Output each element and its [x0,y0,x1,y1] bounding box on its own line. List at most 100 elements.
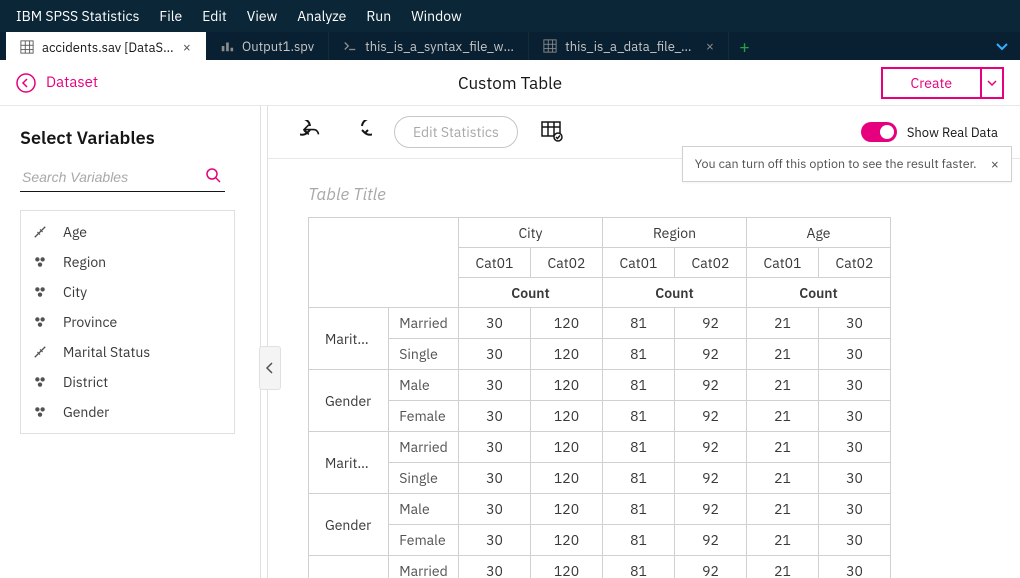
table-cell: 120 [531,525,603,556]
col-group-header: Age [747,218,891,248]
tab-dataset[interactable]: accidents.sav [DataSet1]* × [6,32,206,60]
app-name: IBM SPSS Statistics [16,7,139,25]
table-cell: 120 [531,339,603,370]
variable-name: Marital Status [63,343,150,361]
create-button[interactable]: Create [883,69,980,97]
back-label: Dataset [46,73,98,92]
variable-item[interactable]: Province [21,307,234,337]
search-icon[interactable] [205,167,221,183]
variable-item[interactable]: Marital Status [21,337,234,367]
menu-run[interactable]: Run [366,7,391,25]
category-header: Cat01 [603,248,675,278]
search-input[interactable] [20,163,225,191]
terminal-icon [343,39,357,53]
tip-popover: You can turn off this option to see the … [682,146,1012,182]
variable-item[interactable]: Age [21,217,234,247]
variable-item[interactable]: District [21,367,234,397]
sub-header: Dataset Custom Table Create [0,60,1020,106]
table-cell: 81 [603,432,675,463]
close-icon[interactable]: × [706,37,714,55]
create-split-button: Create [881,67,1004,99]
table-settings-button[interactable] [538,118,566,146]
table-cell: 30 [459,494,531,525]
menu-bar: IBM SPSS Statistics File Edit View Analy… [0,0,1020,32]
variable-name: Age [63,223,87,241]
create-dropdown[interactable] [980,69,1002,97]
pane-divider[interactable] [260,106,268,578]
table-cell: 92 [675,525,747,556]
tab-label: this_is_a_syntax_file_with_a_lo… [365,38,514,55]
category-header: Cat01 [747,248,819,278]
table-cell: 81 [603,370,675,401]
tab-data-long[interactable]: this_is_a_data_file_with_a_long × [529,32,729,60]
table-cell: 92 [675,432,747,463]
table-cell: 92 [675,463,747,494]
row-sub-label: Married [389,308,459,339]
variable-list: Age Region City Province Marital Status Distr… [20,210,235,434]
edit-statistics-button[interactable]: Edit Statistics [394,116,518,148]
row-sub-label: Single [389,339,459,370]
table-cell: 81 [603,339,675,370]
variable-item[interactable]: Region [21,247,234,277]
table-cell: 120 [531,370,603,401]
menu-file[interactable]: File [159,7,182,25]
menu-view[interactable]: View [247,7,277,25]
collapse-handle[interactable] [259,346,281,390]
variable-name: City [63,283,87,301]
table-cell: 81 [603,401,675,432]
table-cell: 30 [819,556,891,578]
col-group-header: City [459,218,603,248]
expand-tabs-button[interactable] [994,32,1010,60]
row-group-label: Marital.. [309,432,389,494]
menu-edit[interactable]: Edit [202,7,227,25]
menu-window[interactable]: Window [411,7,462,25]
nominal-icon [33,285,49,299]
tab-syntax[interactable]: this_is_a_syntax_file_with_a_lo… [329,32,529,60]
table-cell: 81 [603,494,675,525]
table-cell: 30 [819,525,891,556]
table-cell: 30 [459,308,531,339]
category-header: Cat02 [675,248,747,278]
undo-button[interactable] [298,118,326,146]
table-cell: 21 [747,370,819,401]
table-cell: 30 [819,370,891,401]
table-cell: 120 [531,556,603,578]
variable-item[interactable]: City [21,277,234,307]
row-sub-label: Married [389,556,459,578]
table-title-placeholder[interactable]: Table Title [308,183,992,205]
table-cell: 30 [459,463,531,494]
table-cell: 30 [459,432,531,463]
table-cell: 30 [819,339,891,370]
table-cell: 92 [675,370,747,401]
table-cell: 92 [675,401,747,432]
nominal-icon [33,375,49,389]
table-cell: 21 [747,339,819,370]
table-cell: 21 [747,308,819,339]
custom-table: CityRegionAgeCat01Cat02Cat01Cat02Cat01Ca… [308,217,891,578]
variable-name: District [63,373,108,391]
menu-analyze[interactable]: Analyze [297,7,346,25]
close-icon[interactable]: × [991,155,999,173]
add-tab-button[interactable]: + [729,32,760,60]
table-cell: 120 [531,463,603,494]
table-cell: 21 [747,556,819,578]
table-cell: 92 [675,494,747,525]
page-title: Custom Table [458,72,562,94]
tab-strip: accidents.sav [DataSet1]* × Output1.spv … [0,32,1020,60]
redo-button[interactable] [346,118,374,146]
table-cell: 30 [459,370,531,401]
table-cell: 120 [531,432,603,463]
table-cell: 81 [603,308,675,339]
back-button[interactable]: Dataset [16,73,98,93]
count-header: Count [747,278,891,308]
table-cell: 81 [603,463,675,494]
table-cell: 30 [819,494,891,525]
table-cell: 30 [819,401,891,432]
show-real-data-toggle[interactable]: Show Real Data [861,122,998,142]
tab-label: Output1.spv [242,38,314,55]
variable-item[interactable]: Gender [21,397,234,427]
tab-output[interactable]: Output1.spv [206,32,329,60]
table-cell: 120 [531,308,603,339]
close-icon[interactable]: × [183,38,191,56]
count-header: Count [459,278,603,308]
